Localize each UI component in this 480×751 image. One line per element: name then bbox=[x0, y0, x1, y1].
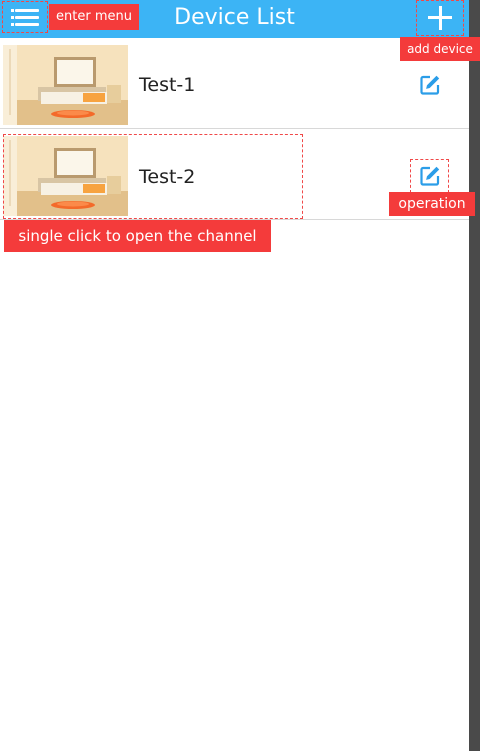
annotation-operation: operation bbox=[389, 192, 475, 216]
device-list-screen: Device List Test-1 Test-2 enter menu add… bbox=[0, 0, 480, 751]
device-name: Test-1 bbox=[139, 74, 196, 96]
menu-highlight bbox=[2, 1, 48, 33]
annotation-open-channel: single click to open the channel bbox=[4, 220, 271, 252]
annotation-enter-menu: enter menu bbox=[49, 4, 139, 30]
bedroom-thumbnail bbox=[3, 45, 128, 125]
device-row[interactable]: Test-1 bbox=[0, 40, 469, 129]
annotation-add-device: add device bbox=[400, 37, 480, 61]
add-device-highlight bbox=[416, 0, 464, 36]
scrollbar-edge bbox=[469, 0, 480, 751]
edit-icon[interactable] bbox=[418, 73, 442, 97]
channel-row-highlight bbox=[3, 134, 303, 219]
operation-highlight bbox=[410, 159, 449, 193]
